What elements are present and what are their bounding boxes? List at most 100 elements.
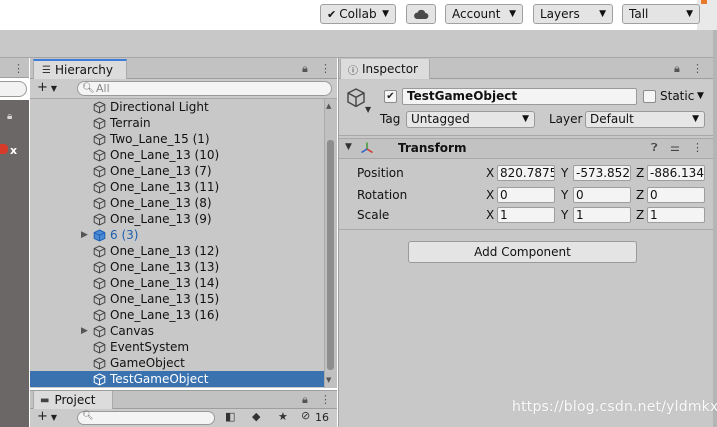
cloud-button[interactable] — [406, 4, 436, 24]
rotation-label: Rotation — [357, 188, 408, 202]
gameobject-cube-icon[interactable] — [345, 87, 367, 109]
gameobject-icon — [93, 277, 106, 290]
lock-icon[interactable]: 🔒︎ — [302, 393, 308, 407]
chevron-down-icon[interactable]: ▼ — [697, 91, 704, 101]
collab-button[interactable]: ✔ Collab ▼ — [320, 4, 396, 24]
hierarchy-scrollbar-thumb[interactable] — [327, 140, 334, 370]
filter-by-type-icon[interactable]: ◧ — [225, 410, 235, 423]
position-x-axis[interactable]: X — [486, 166, 494, 180]
rotation-y-axis[interactable]: Y — [561, 188, 568, 202]
position-y-field[interactable]: -573.852 — [573, 165, 631, 181]
chevron-down-icon[interactable]: ▼ — [365, 105, 371, 114]
layout-dropdown[interactable]: Tall ▼ — [622, 4, 700, 24]
rotation-z-axis[interactable]: Z — [636, 188, 644, 202]
account-label: Account — [452, 7, 501, 21]
folder-icon: ▬ — [40, 394, 50, 406]
hierarchy-item[interactable]: EventSystem — [30, 339, 324, 355]
rotation-z-field[interactable]: 0 — [647, 187, 705, 203]
more-options-icon[interactable]: ⋮ — [13, 62, 24, 75]
hierarchy-item[interactable]: One_Lane_13 (13) — [30, 259, 324, 275]
hierarchy-item[interactable]: GameObject — [30, 355, 324, 371]
gameobject-icon — [93, 373, 106, 386]
hierarchy-item-label: Two_Lane_15 (1) — [110, 132, 210, 146]
project-search-input[interactable]: 🔍︎ — [77, 411, 215, 425]
more-options-icon[interactable]: ⋮ — [692, 62, 703, 75]
hierarchy-item-label: 6 (3) — [110, 228, 139, 242]
position-z-axis[interactable]: Z — [636, 166, 644, 180]
lock-icon[interactable]: 🔒︎ — [302, 62, 308, 76]
tab-inspector[interactable]: ⓘ Inspector — [340, 59, 430, 79]
more-options-icon[interactable]: ⋮ — [320, 62, 331, 75]
tab-hierarchy[interactable]: ☰ Hierarchy — [33, 59, 127, 79]
position-x-field[interactable]: 820.7875 — [497, 165, 555, 181]
hierarchy-item[interactable]: One_Lane_13 (10) — [30, 147, 324, 163]
rotation-x-axis[interactable]: X — [486, 188, 494, 202]
rotation-x-field[interactable]: 0 — [497, 187, 555, 203]
help-icon[interactable]: ❓︎ — [651, 141, 658, 155]
scale-y-axis[interactable]: Y — [561, 208, 568, 222]
hierarchy-item-label: EventSystem — [110, 340, 190, 354]
hierarchy-item-label: One_Lane_13 (12) — [110, 244, 220, 258]
hierarchy-item[interactable]: One_Lane_13 (14) — [30, 275, 324, 291]
hierarchy-item[interactable]: One_Lane_13 (16) — [30, 307, 324, 323]
filter-by-label-icon[interactable]: ◆ — [252, 410, 260, 423]
hierarchy-item[interactable]: One_Lane_13 (11) — [30, 179, 324, 195]
rotation-y-field[interactable]: 0 — [573, 187, 631, 203]
hierarchy-search-input[interactable]: 🔍︎ All — [77, 81, 332, 96]
account-dropdown[interactable]: Account ▼ — [445, 4, 523, 24]
position-y-axis[interactable]: Y — [561, 166, 568, 180]
hierarchy-item[interactable]: One_Lane_13 (15) — [30, 291, 324, 307]
collab-label: Collab — [339, 7, 377, 21]
layers-dropdown[interactable]: Layers ▼ — [533, 4, 613, 24]
preset-sliders-icon[interactable]: ⚌ — [670, 141, 680, 154]
tag-label: Tag — [380, 112, 401, 126]
transform-title: Transform — [398, 141, 467, 155]
add-component-button[interactable]: Add Component — [408, 241, 637, 263]
scale-z-axis[interactable]: Z — [636, 208, 644, 222]
hierarchy-item[interactable]: TestGameObject — [30, 371, 324, 387]
hierarchy-item[interactable]: Two_Lane_15 (1) — [30, 131, 324, 147]
hierarchy-item[interactable]: One_Lane_13 (7) — [30, 163, 324, 179]
more-options-icon[interactable]: ⋮ — [320, 393, 331, 406]
gameobject-icon — [93, 229, 106, 242]
scale-z-field[interactable]: 1 — [647, 207, 705, 223]
hidden-packages-icon[interactable]: ⊘ — [301, 409, 310, 422]
hierarchy-item[interactable]: Directional Light — [30, 99, 324, 115]
lock-icon[interactable]: 🔒︎ — [7, 111, 12, 122]
gizmo-x-axis-icon[interactable]: x — [10, 144, 17, 157]
hierarchy-item[interactable]: One_Lane_13 (9) — [30, 211, 324, 227]
static-toggle[interactable] — [643, 90, 656, 103]
expand-arrow-icon[interactable]: ▶ — [81, 227, 88, 243]
scroll-up-icon[interactable]: ▲ — [326, 102, 331, 110]
hierarchy-item-label: One_Lane_13 (14) — [110, 276, 220, 290]
expand-arrow-icon[interactable]: ▶ — [81, 323, 88, 339]
hierarchy-item[interactable]: Terrain — [30, 115, 324, 131]
hierarchy-item[interactable]: ▶ 6 (3) — [30, 227, 324, 243]
tag-dropdown[interactable]: Untagged ▼ — [406, 111, 535, 128]
hierarchy-item[interactable]: One_Lane_13 (12) — [30, 243, 324, 259]
position-z-field[interactable]: -886.134 — [647, 165, 705, 181]
gameobject-name-input[interactable]: TestGameObject — [402, 88, 637, 105]
layer-dropdown[interactable]: Default ▼ — [585, 111, 705, 128]
gameobject-icon — [93, 149, 106, 162]
scale-x-field[interactable]: 1 — [497, 207, 555, 223]
gameobject-icon — [93, 181, 106, 194]
scene-gizmo[interactable] — [0, 144, 8, 154]
more-options-icon[interactable]: ⋮ — [692, 141, 703, 154]
favorite-star-icon[interactable]: ★ — [278, 410, 288, 423]
active-toggle[interactable]: ✔ — [384, 90, 397, 103]
hierarchy-item[interactable]: One_Lane_13 (8) — [30, 195, 324, 211]
scale-x-axis[interactable]: X — [486, 208, 494, 222]
create-asset-button[interactable]: + ▼ — [37, 409, 57, 424]
hierarchy-item[interactable]: ▶ Canvas — [30, 323, 324, 339]
foldout-arrow-icon[interactable]: ▼ — [345, 142, 352, 152]
scale-y-field[interactable]: 1 — [573, 207, 631, 223]
gameobject-icon — [93, 341, 106, 354]
hidden-packages-count: 16 — [315, 411, 329, 424]
tab-project[interactable]: ▬ Project — [33, 391, 113, 409]
create-button[interactable]: + ▼ — [37, 80, 57, 95]
gameobject-icon — [93, 261, 106, 274]
scene-search-input[interactable] — [0, 81, 27, 97]
scroll-down-icon[interactable]: ▼ — [326, 376, 331, 384]
lock-icon[interactable]: 🔒︎ — [674, 62, 680, 76]
